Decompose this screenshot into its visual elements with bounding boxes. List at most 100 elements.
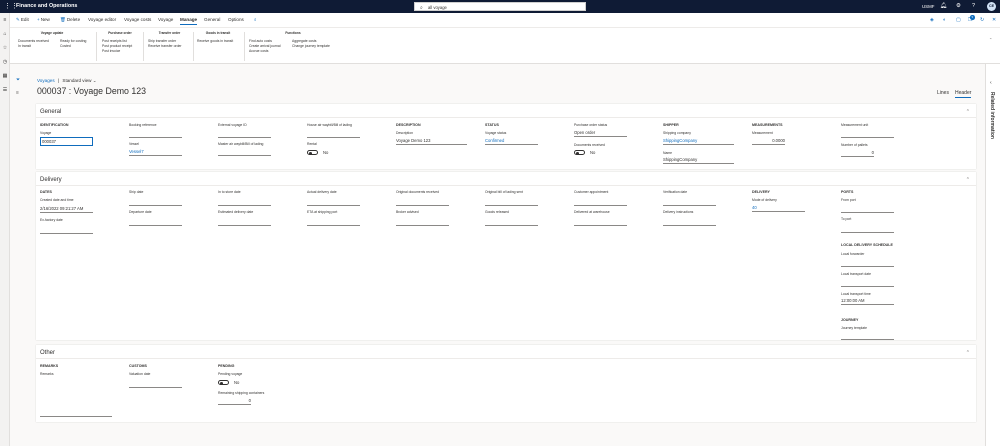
- chevron-down-icon[interactable]: ⌄: [93, 78, 97, 83]
- other-title[interactable]: Other: [40, 350, 55, 356]
- ex-factory-field[interactable]: [40, 227, 93, 234]
- master-waybill-field[interactable]: [218, 149, 271, 156]
- action-search-icon[interactable]: ⌕: [254, 17, 257, 23]
- to-port-field[interactable]: [841, 226, 894, 233]
- external-voyage-id-field[interactable]: [218, 131, 271, 138]
- actual-delivery-date-field[interactable]: [307, 199, 360, 206]
- tab-voyage[interactable]: Voyage: [158, 17, 173, 23]
- list-icon[interactable]: ≡: [16, 90, 19, 96]
- tab-header[interactable]: Header: [955, 90, 972, 98]
- chevron-up-icon[interactable]: ⌃: [966, 109, 970, 115]
- bell-icon[interactable]: 🔔︎: [940, 3, 947, 9]
- eta-port-field[interactable]: [307, 219, 360, 226]
- help-icon[interactable]: ?: [972, 3, 975, 9]
- ribbon-column: Aggregate costs Change journey template: [292, 39, 330, 49]
- goods-released-field[interactable]: [485, 219, 538, 226]
- booking-reference-field[interactable]: [129, 131, 182, 138]
- open-new-window-icon[interactable]: ❐: [968, 17, 972, 23]
- ship-date-field[interactable]: [129, 199, 182, 206]
- home-icon[interactable]: ⌂: [2, 31, 8, 37]
- from-port-field[interactable]: [841, 206, 894, 213]
- house-waybill-field[interactable]: [307, 131, 360, 138]
- orig-docs-received-field[interactable]: [396, 199, 449, 206]
- voyage-field[interactable]: 000037: [40, 137, 93, 146]
- voyage-status-field[interactable]: Confirmed: [485, 138, 538, 145]
- filter-icon[interactable]: ⏷: [16, 77, 20, 83]
- est-delivery-date-field[interactable]: [218, 219, 271, 226]
- voyages-link[interactable]: Voyages: [37, 78, 55, 83]
- tab-options[interactable]: Options: [228, 17, 244, 23]
- remarks-field[interactable]: [40, 380, 112, 417]
- local-forwarder-field[interactable]: [841, 260, 894, 267]
- attach-icon[interactable]: ◈: [930, 17, 934, 23]
- ribbon-collapse-icon[interactable]: ⌃: [989, 37, 992, 42]
- clock-icon[interactable]: ◷: [2, 59, 8, 65]
- general-title[interactable]: General: [40, 109, 61, 115]
- vessel-field[interactable]: Vessel7: [129, 149, 182, 156]
- pallets-field[interactable]: 0: [841, 150, 874, 157]
- modules-icon[interactable]: ☰: [2, 87, 8, 93]
- measurement-field[interactable]: 0.0000: [752, 138, 785, 145]
- accrue-costs-button[interactable]: Accrue costs: [249, 49, 280, 54]
- voyage-editor-button[interactable]: Voyage editor: [88, 17, 116, 23]
- chevron-up-icon[interactable]: ⌃: [966, 350, 970, 356]
- in-transit-button[interactable]: In transit: [18, 44, 49, 49]
- delivery-title[interactable]: Delivery: [40, 177, 62, 183]
- star-icon[interactable]: ☆: [2, 45, 8, 51]
- notifications-icon[interactable]: ▢: [956, 17, 961, 23]
- chevron-left-icon[interactable]: ‹: [990, 80, 992, 86]
- journey-template-field[interactable]: [841, 333, 894, 340]
- voyage-costs-button[interactable]: Voyage costs: [124, 17, 151, 23]
- post-invoice-button[interactable]: Post invoice: [102, 49, 132, 54]
- search-box[interactable]: ⌕ all voyage: [414, 2, 586, 11]
- customer-appointment-field[interactable]: [574, 199, 627, 206]
- delete-button[interactable]: 🗑︎Delete: [60, 17, 80, 23]
- mode-of-delivery-field[interactable]: 40: [752, 205, 805, 212]
- edit-button[interactable]: ✎Edit: [16, 17, 29, 23]
- company-picker[interactable]: USMF: [922, 4, 934, 9]
- receive-transfer-order-button[interactable]: Receive transfer order: [148, 44, 182, 49]
- departure-date-field[interactable]: [129, 219, 182, 226]
- view-selector[interactable]: Standard view: [62, 78, 91, 83]
- new-button[interactable]: +New: [37, 17, 50, 23]
- broker-advised-field[interactable]: [396, 219, 449, 226]
- tab-lines[interactable]: Lines: [937, 90, 949, 96]
- tab-general[interactable]: General: [204, 17, 220, 23]
- pending-voyage-toggle[interactable]: [218, 380, 229, 385]
- search-input[interactable]: all voyage: [428, 5, 447, 10]
- delivery-instructions-field[interactable]: [663, 219, 716, 226]
- remaining-containers-field[interactable]: 0: [218, 398, 251, 405]
- app-launcher-icon[interactable]: ⋮⋮: [4, 3, 18, 10]
- created-field[interactable]: 2/16/2022 09:21:27 AM: [40, 206, 93, 213]
- receive-goods-in-transit-button[interactable]: Receive goods in transit: [197, 39, 233, 44]
- measurement-unit-field[interactable]: [841, 131, 894, 138]
- workspaces-icon[interactable]: ▦: [2, 73, 8, 79]
- documents-received-toggle[interactable]: [574, 150, 585, 155]
- po-status-field[interactable]: Open order: [574, 130, 627, 137]
- delivered-warehouse-field[interactable]: [574, 219, 627, 226]
- chevron-up-icon[interactable]: ⌃: [966, 177, 970, 183]
- avatar[interactable]: CE: [987, 2, 996, 11]
- shipping-company-field[interactable]: ShippingCompany: [663, 138, 734, 145]
- verification-date-field[interactable]: [663, 199, 716, 206]
- gear-icon[interactable]: ⚙: [956, 3, 961, 9]
- documents-received-value: No: [590, 150, 596, 155]
- related-information-pane[interactable]: ‹ Related information: [985, 64, 1000, 446]
- local-transport-date-field[interactable]: [841, 280, 894, 287]
- close-icon[interactable]: ✕: [992, 17, 996, 23]
- description-field[interactable]: Voyage Demo 123: [396, 138, 467, 145]
- orig-bol-sent-field[interactable]: [485, 199, 538, 206]
- change-journey-template-button[interactable]: Change journey template: [292, 44, 330, 49]
- app-name[interactable]: Finance and Operations: [16, 3, 77, 9]
- ship-date-label: Ship date: [129, 190, 144, 194]
- shipper-name-field[interactable]: ShippingCompany: [663, 157, 734, 164]
- rental-toggle[interactable]: [307, 150, 318, 155]
- refresh-icon[interactable]: ↻: [980, 17, 984, 23]
- costed-button[interactable]: Costed: [60, 44, 86, 49]
- hamburger-icon[interactable]: ≡: [2, 17, 8, 23]
- valuation-date-field[interactable]: [129, 381, 182, 388]
- in-store-date-field[interactable]: [218, 199, 271, 206]
- tab-manage[interactable]: Manage: [180, 17, 198, 25]
- office-icon[interactable]: ◐: [943, 17, 946, 23]
- local-transport-time-field[interactable]: 12:00:00 AM: [841, 298, 894, 305]
